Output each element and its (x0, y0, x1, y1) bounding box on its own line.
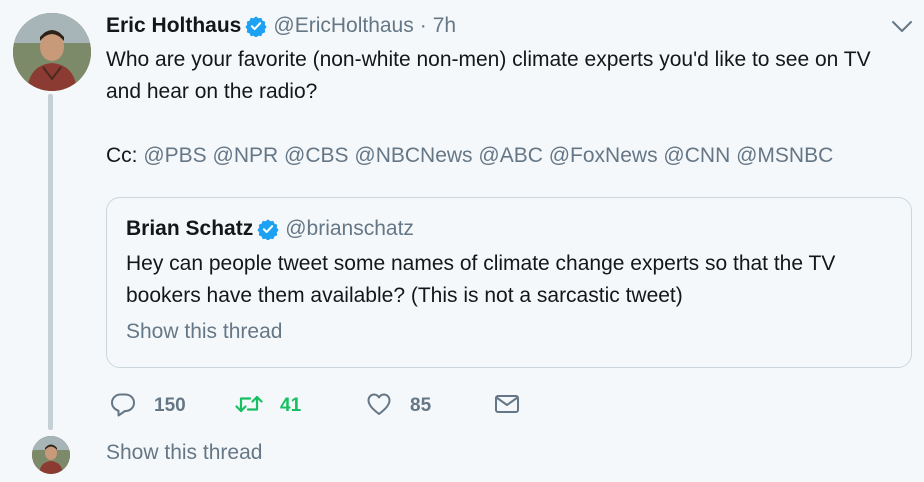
tweet-actions-bar: 150 41 85 (106, 389, 606, 423)
quoted-tweet-text: Hey can people tweet some names of clima… (126, 252, 836, 307)
like-button[interactable]: 85 (366, 389, 431, 423)
mention-nbcnews[interactable]: @NBCNews (354, 144, 472, 167)
like-count: 85 (410, 395, 432, 416)
retweet-count: 41 (280, 395, 302, 416)
tweet-cc-line: Cc: @PBS @NPR @CBS @NBCNews @ABC @FoxNew… (106, 140, 906, 172)
header-separator: · (419, 14, 427, 37)
cc-label: Cc: (106, 144, 138, 167)
mention-foxnews[interactable]: @FoxNews (549, 144, 658, 167)
mention-npr[interactable]: @NPR (213, 144, 279, 167)
author-avatar[interactable] (13, 13, 91, 91)
heart-icon (366, 391, 392, 422)
author-handle[interactable]: @EricHolthaus (273, 14, 413, 38)
quoted-tweet-card[interactable]: Brian Schatz @brianschatz Hey can people… (106, 197, 912, 368)
reply-count: 150 (154, 395, 186, 416)
reply-button[interactable]: 150 (110, 389, 186, 423)
thread-connector-line (48, 94, 53, 430)
tweet-text: Who are your favorite (non-white non-men… (106, 44, 906, 172)
tweet-body: Who are your favorite (non-white non-men… (106, 48, 871, 103)
tweet-timestamp[interactable]: 7h (433, 14, 456, 38)
quoted-tweet-header: Brian Schatz @brianschatz (126, 214, 414, 244)
reply-icon (110, 391, 136, 422)
verified-badge-icon (257, 218, 279, 240)
envelope-icon (494, 391, 520, 422)
quoted-author-handle: @brianschatz (285, 217, 414, 240)
show-thread-link[interactable]: Show this thread (106, 441, 262, 465)
mention-cnn[interactable]: @CNN (663, 144, 730, 167)
mention-msnbc[interactable]: @MSNBC (736, 144, 833, 167)
chevron-down-icon[interactable] (890, 14, 914, 38)
mention-cbs[interactable]: @CBS (284, 144, 349, 167)
thread-avatar[interactable] (32, 436, 70, 474)
retweet-icon (234, 391, 264, 422)
retweet-button[interactable]: 41 (234, 389, 301, 423)
direct-message-button[interactable] (494, 389, 520, 423)
tweet-header: Eric Holthaus @EricHolthaus · 7h (106, 12, 456, 40)
author-name[interactable]: Eric Holthaus (106, 14, 241, 38)
quoted-author-name: Brian Schatz (126, 217, 254, 240)
mention-pbs[interactable]: @PBS (143, 144, 206, 167)
quoted-show-thread-link[interactable]: Show this thread (126, 320, 282, 344)
verified-badge-icon (245, 15, 268, 37)
mention-abc[interactable]: @ABC (478, 144, 543, 167)
